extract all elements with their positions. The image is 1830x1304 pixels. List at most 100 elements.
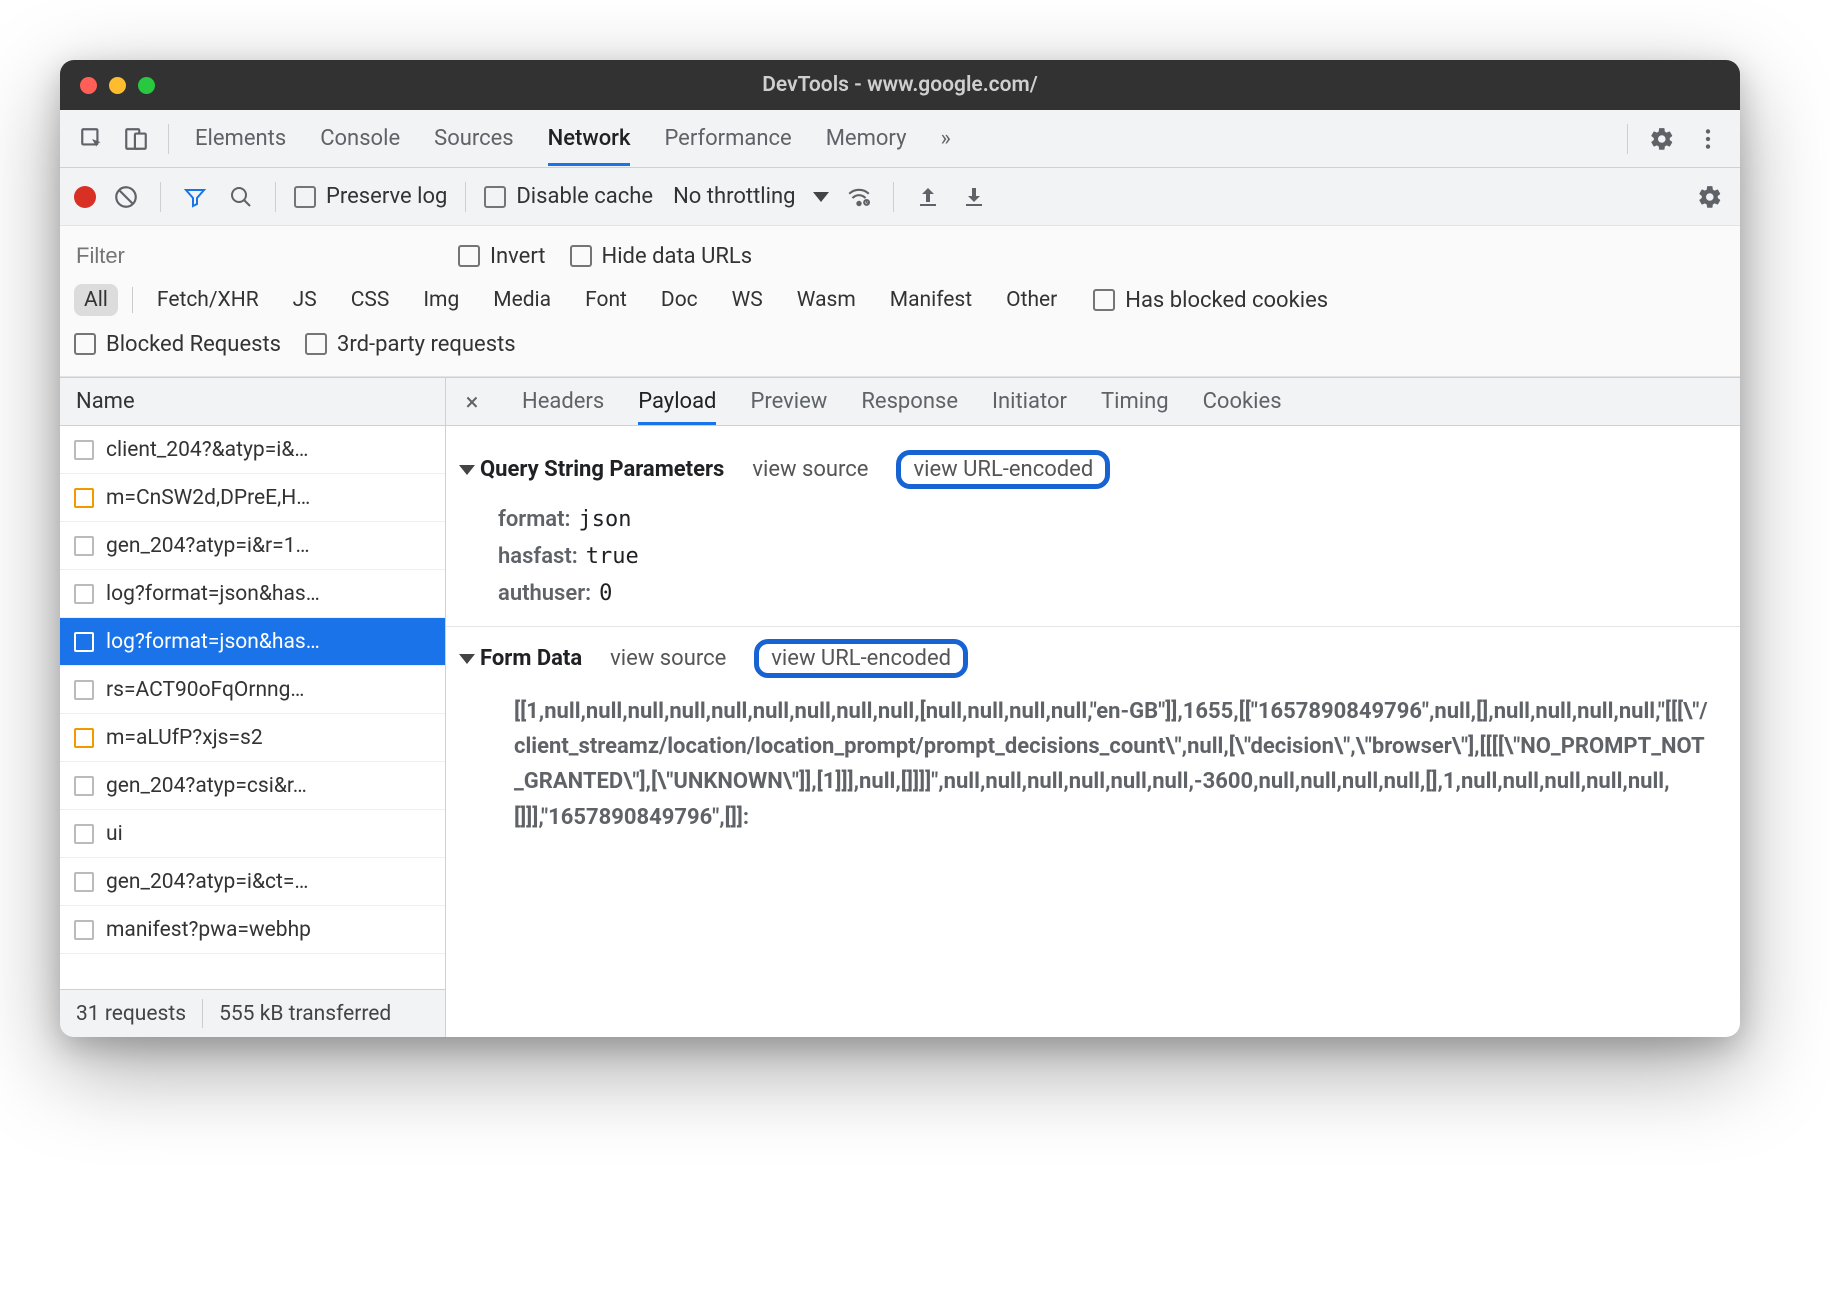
request-row[interactable]: log?format=json&has… xyxy=(60,618,445,666)
blocked-requests-checkbox[interactable]: Blocked Requests xyxy=(74,332,281,357)
type-filter-ws[interactable]: WS xyxy=(722,284,773,316)
request-row[interactable]: gen_204?atyp=i&r=1… xyxy=(60,522,445,570)
throttling-select[interactable]: No throttling xyxy=(673,184,829,209)
filter-icon[interactable] xyxy=(179,181,211,213)
request-row[interactable]: gen_204?atyp=i&ct=… xyxy=(60,858,445,906)
request-row[interactable]: rs=ACT90oFqOrnng… xyxy=(60,666,445,714)
request-row[interactable]: ui xyxy=(60,810,445,858)
kebab-menu-icon[interactable] xyxy=(1690,121,1726,157)
request-row[interactable]: gen_204?atyp=csi&r… xyxy=(60,762,445,810)
window-zoom-button[interactable] xyxy=(138,77,155,94)
search-icon[interactable] xyxy=(225,181,257,213)
view-source-link[interactable]: view source xyxy=(610,646,726,671)
filter-input[interactable] xyxy=(74,237,434,275)
disable-cache-label: Disable cache xyxy=(516,184,653,209)
detail-tab-timing[interactable]: Timing xyxy=(1101,379,1169,425)
detail-tab-preview[interactable]: Preview xyxy=(750,379,827,425)
param-value: json xyxy=(579,507,632,532)
request-row[interactable]: m=CnSW2d,DPreE,H… xyxy=(60,474,445,522)
type-filter-other[interactable]: Other xyxy=(996,284,1067,316)
request-name: log?format=json&has… xyxy=(106,630,320,654)
inspect-element-icon[interactable] xyxy=(74,121,110,157)
view-url-encoded-link[interactable]: view URL-encoded xyxy=(754,639,968,678)
view-url-encoded-link[interactable]: view URL-encoded xyxy=(896,450,1110,489)
request-row[interactable]: manifest?pwa=webhp xyxy=(60,906,445,954)
upload-har-icon[interactable] xyxy=(912,181,944,213)
record-button[interactable] xyxy=(74,186,96,208)
type-filter-doc[interactable]: Doc xyxy=(651,284,708,316)
query-param: hasfast: true xyxy=(498,538,1724,575)
tab-performance[interactable]: Performance xyxy=(664,112,791,166)
request-name: gen_204?atyp=csi&r… xyxy=(106,774,307,798)
throttling-value: No throttling xyxy=(673,184,795,209)
status-bar: 31 requests 555 kB transferred xyxy=(60,989,445,1037)
titlebar: DevTools - www.google.com/ xyxy=(60,60,1740,110)
document-file-icon xyxy=(74,680,94,700)
invert-checkbox[interactable]: Invert xyxy=(458,244,546,269)
settings-gear-icon[interactable] xyxy=(1644,121,1680,157)
network-settings-gear-icon[interactable] xyxy=(1694,181,1726,213)
close-details-button[interactable]: × xyxy=(456,386,488,418)
type-filter-all[interactable]: All xyxy=(74,284,118,316)
detail-tab-payload[interactable]: Payload xyxy=(638,379,716,425)
type-filter-wasm[interactable]: Wasm xyxy=(787,284,866,316)
query-params-section: Query String Parameters view source view… xyxy=(446,438,1740,627)
tab-network[interactable]: Network xyxy=(548,112,631,166)
download-har-icon[interactable] xyxy=(958,181,990,213)
payload-body: Query String Parameters view source view… xyxy=(446,426,1740,1037)
param-value: true xyxy=(586,544,639,569)
script-file-icon xyxy=(74,728,94,748)
request-name: gen_204?atyp=i&ct=… xyxy=(106,870,308,894)
request-row[interactable]: m=aLUfP?xjs=s2 xyxy=(60,714,445,762)
tab-memory[interactable]: Memory xyxy=(826,112,907,166)
devtools-window: DevTools - www.google.com/ Elements Cons… xyxy=(60,60,1740,1037)
window-minimize-button[interactable] xyxy=(109,77,126,94)
request-name: m=CnSW2d,DPreE,H… xyxy=(106,486,310,510)
divider xyxy=(1627,124,1628,154)
type-filter-fetchxhr[interactable]: Fetch/XHR xyxy=(147,284,269,316)
type-filter-manifest[interactable]: Manifest xyxy=(880,284,982,316)
detail-tab-initiator[interactable]: Initiator xyxy=(992,379,1067,425)
request-row[interactable]: log?format=json&has… xyxy=(60,570,445,618)
document-file-icon xyxy=(74,872,94,892)
tab-elements[interactable]: Elements xyxy=(195,112,286,166)
document-file-icon xyxy=(74,536,94,556)
checkbox-icon xyxy=(570,245,592,267)
tabs-overflow[interactable]: » xyxy=(940,112,950,166)
network-conditions-icon[interactable] xyxy=(843,181,875,213)
tab-console[interactable]: Console xyxy=(320,112,400,166)
preserve-log-label: Preserve log xyxy=(326,184,447,209)
type-filter-media[interactable]: Media xyxy=(483,284,561,316)
filter-bar: Invert Hide data URLs All Fetch/XHR JS C… xyxy=(60,226,1740,377)
type-filter-font[interactable]: Font xyxy=(575,284,637,316)
triangle-down-icon xyxy=(459,654,475,664)
type-filter-img[interactable]: Img xyxy=(413,284,469,316)
checkbox-icon xyxy=(74,333,96,355)
type-filter-js[interactable]: JS xyxy=(283,284,327,316)
section-toggle[interactable]: Query String Parameters xyxy=(462,457,724,482)
panel-tabs: Elements Console Sources Network Perform… xyxy=(195,112,951,166)
detail-tab-response[interactable]: Response xyxy=(861,379,958,425)
preserve-log-checkbox[interactable]: Preserve log xyxy=(294,184,447,209)
request-row[interactable]: client_204?&atyp=i&… xyxy=(60,426,445,474)
has-blocked-cookies-checkbox[interactable]: Has blocked cookies xyxy=(1093,288,1328,313)
third-party-requests-checkbox[interactable]: 3rd-party requests xyxy=(305,332,516,357)
document-file-icon xyxy=(74,584,94,604)
window-close-button[interactable] xyxy=(80,77,97,94)
requests-column-header[interactable]: Name xyxy=(60,378,445,426)
clear-icon[interactable] xyxy=(110,181,142,213)
detail-tab-cookies[interactable]: Cookies xyxy=(1203,379,1282,425)
hide-data-urls-checkbox[interactable]: Hide data URLs xyxy=(570,244,753,269)
disable-cache-checkbox[interactable]: Disable cache xyxy=(484,184,653,209)
detail-tab-headers[interactable]: Headers xyxy=(522,379,604,425)
type-filter-css[interactable]: CSS xyxy=(341,284,400,316)
section-header: Form Data view source view URL-encoded xyxy=(462,631,1724,690)
script-file-icon xyxy=(74,488,94,508)
device-toolbar-icon[interactable] xyxy=(118,121,154,157)
section-toggle[interactable]: Form Data xyxy=(462,646,582,671)
divider xyxy=(893,182,894,212)
view-source-link[interactable]: view source xyxy=(752,457,868,482)
content-area: Name client_204?&atyp=i&… m=CnSW2d,DPreE,… xyxy=(60,377,1740,1037)
request-name: manifest?pwa=webhp xyxy=(106,918,311,942)
tab-sources[interactable]: Sources xyxy=(434,112,514,166)
